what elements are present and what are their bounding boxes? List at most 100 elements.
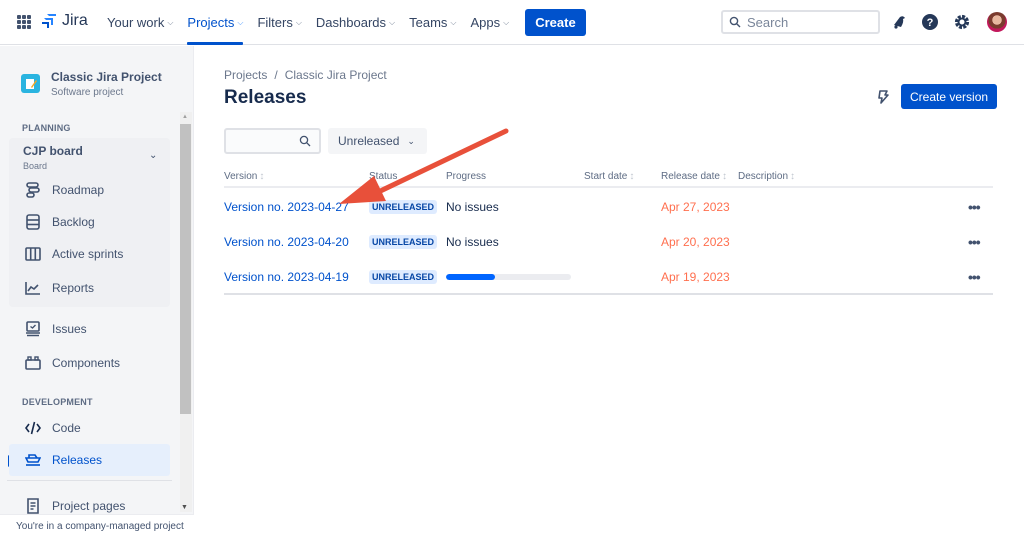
code-icon [24,419,42,437]
column-header-progress: Progress [446,171,486,182]
search-icon [729,16,741,28]
chevron-down-icon: ⌵ [450,17,457,27]
board-name[interactable]: CJP board [23,144,83,158]
chevron-down-icon: ⌵ [167,17,174,27]
progress-text: No issues [446,234,499,249]
nav-dashboards[interactable]: Dashboards ⌵ [309,0,402,45]
column-header-release-date[interactable]: Release date ↕ [661,171,727,182]
company-managed-note: You're in a company-managed project [0,514,194,534]
help-icon[interactable]: ? [921,13,939,31]
sidebar: Classic Jira Project Software project PL… [0,46,194,534]
version-link[interactable]: Version no. 2023-04-19 [224,259,349,294]
search-input[interactable]: Search [721,10,880,34]
issues-icon [24,320,42,338]
breadcrumb-projects[interactable]: Projects [224,68,267,82]
column-header-description[interactable]: Description ↕ [738,171,795,182]
sidebar-item-components[interactable]: Components [9,347,170,379]
chevron-down-icon: ⌵ [503,17,510,27]
sidebar-scroll-thumb[interactable] [180,124,191,414]
status-badge: UNRELEASED [369,269,438,284]
components-icon [24,354,42,372]
chevron-down-icon: ⌵ [389,17,396,27]
reports-icon [24,279,42,297]
sort-icon: ↕ [629,171,635,182]
active-sprints-icon [24,245,42,263]
column-label: Start date [584,171,628,182]
table-row: Version no. 2023-04-27 UNRELEASED No iss… [224,189,993,224]
nav-teams[interactable]: Teams ⌵ [402,0,463,45]
app-name: Jira [62,12,88,29]
breadcrumb-separator: / [274,68,278,82]
sidebar-item-label: Active sprints [52,247,124,261]
search-icon [299,135,311,147]
more-actions-button[interactable]: ••• [968,259,981,294]
planning-section-label: PLANNING [22,123,71,133]
create-version-button[interactable]: Create version [901,84,998,109]
chevron-down-icon: ⌄ [407,135,415,146]
feedback-icon[interactable] [876,89,890,110]
chevron-down-icon[interactable]: ⌄ [149,150,157,161]
page-title: Releases [224,87,307,108]
primary-nav: Your work ⌵ Projects ⌵ Filters ⌵ Dashboards… [100,0,586,45]
nav-projects[interactable]: Projects ⌵ [180,0,250,45]
development-section-label: DEVELOPMENT [22,397,93,407]
sidebar-divider [7,480,172,481]
breadcrumb-project[interactable]: Classic Jira Project [285,68,387,82]
settings-icon[interactable] [953,13,971,31]
more-actions-button[interactable]: ••• [968,224,981,259]
progress-bar[interactable] [446,273,571,280]
sidebar-item-reports[interactable]: Reports [9,272,170,304]
nav-label: Dashboards [315,15,387,30]
sidebar-item-label: Code [52,421,81,435]
avatar[interactable] [987,12,1007,32]
version-search-input[interactable] [224,128,321,154]
column-label: Release date [661,171,720,182]
nav-your-work[interactable]: Your work ⌵ [100,0,180,45]
column-label: Version [224,171,258,182]
notifications-icon[interactable] [890,13,908,31]
more-actions-button[interactable]: ••• [968,189,981,224]
jira-logo[interactable]: Jira [41,12,88,30]
status-filter-dropdown[interactable]: Unreleased ⌄ [328,128,427,154]
version-link[interactable]: Version no. 2023-04-20 [224,224,349,259]
release-date: Apr 19, 2023 [661,269,730,284]
status-filter-value: Unreleased [338,134,400,148]
sidebar-item-label: Project pages [52,499,126,513]
project-type: Software project [51,87,124,98]
backlog-icon [24,213,42,231]
project-header[interactable]: Classic Jira Project Software project [21,70,162,98]
table-row: Version no. 2023-04-19 UNRELEASED Apr 19… [224,259,993,294]
sidebar-item-releases[interactable]: Releases [9,444,170,476]
create-button[interactable]: Create [525,9,586,36]
column-header-version[interactable]: Version ↕ [224,171,264,182]
nav-label: Projects [187,15,235,30]
nav-label: Apps [470,15,501,30]
app-switcher-icon[interactable] [17,15,31,29]
column-header-start-date[interactable]: Start date ↕ [584,171,634,182]
status-badge: UNRELEASED [369,234,438,249]
sidebar-item-issues[interactable]: Issues [9,313,170,345]
sort-icon: ↕ [721,171,727,182]
sidebar-item-backlog[interactable]: Backlog [9,206,170,238]
breadcrumb: Projects / Classic Jira Project [224,68,387,82]
nav-apps[interactable]: Apps ⌵ [463,0,516,45]
version-link[interactable]: Version no. 2023-04-27 [224,189,349,224]
table-bottom-divider [224,293,993,295]
sidebar-item-label: Backlog [52,215,95,229]
nav-label: Your work [107,15,165,30]
sidebar-item-code[interactable]: Code [9,412,170,444]
column-label: Status [369,171,398,182]
scroll-down-arrow-icon[interactable]: ▼ [181,504,188,511]
progress-bar-fill [446,273,495,280]
sidebar-item-active-sprints[interactable]: Active sprints [9,238,170,270]
table-row: Version no. 2023-04-20 UNRELEASED No iss… [224,224,993,259]
column-label: Description [738,171,789,182]
chevron-down-icon: ⌵ [237,17,244,27]
progress-text: No issues [446,199,499,214]
release-date: Apr 27, 2023 [661,199,730,214]
nav-filters[interactable]: Filters ⌵ [250,0,308,45]
project-avatar-icon [21,74,40,93]
scroll-up-arrow-icon[interactable]: ▲ [182,114,188,120]
sidebar-item-roadmap[interactable]: Roadmap [9,174,170,206]
releases-icon [24,451,42,469]
